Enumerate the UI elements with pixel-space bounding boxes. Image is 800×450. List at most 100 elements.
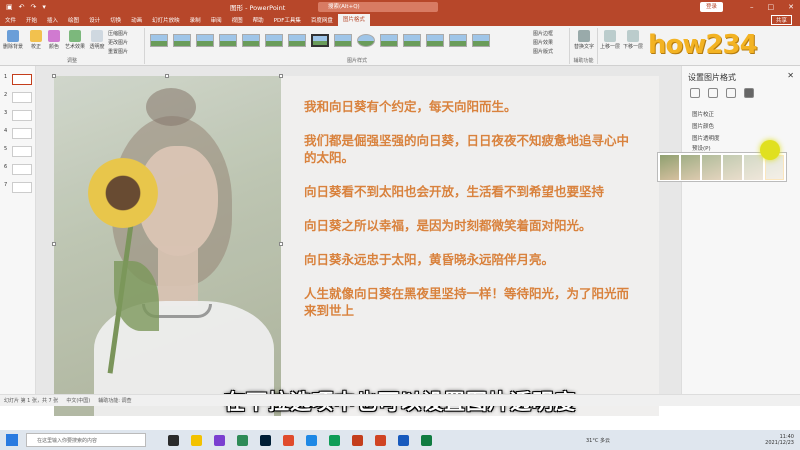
resize-handle[interactable] xyxy=(279,242,283,246)
section-picture-transparency[interactable]: 图片透明度 xyxy=(692,134,720,142)
taskbar-search[interactable]: 在这里输入你要搜索的内容 xyxy=(26,433,146,447)
word-icon[interactable] xyxy=(398,434,409,446)
photoshop-icon[interactable] xyxy=(260,434,271,446)
tab-design[interactable]: 设计 xyxy=(84,16,105,24)
picture-icon[interactable] xyxy=(744,88,754,98)
style-thumb[interactable] xyxy=(357,34,375,47)
picture-effects-button[interactable]: 图片效果 xyxy=(533,39,569,46)
app-icon[interactable] xyxy=(306,434,317,446)
tab-view[interactable]: 视图 xyxy=(227,16,248,24)
style-thumb[interactable] xyxy=(380,34,398,47)
artistic-effects-button[interactable]: 艺术效果 xyxy=(64,30,86,50)
bring-forward-button[interactable]: 上移一层 xyxy=(599,30,621,50)
compress-pictures-button[interactable]: 压缩图片 xyxy=(108,30,144,37)
tab-file[interactable]: 文件 xyxy=(0,16,21,24)
slide-canvas-area: 我和向日葵有个约定，每天向阳而生。 我们都是倔强坚强的向日葵，日日夜夜不知疲惫地… xyxy=(36,66,681,416)
style-thumb[interactable] xyxy=(311,34,329,47)
color-button[interactable]: 颜色 xyxy=(46,30,62,50)
style-thumb[interactable] xyxy=(196,34,214,47)
style-thumb[interactable] xyxy=(265,34,283,47)
customize-icon[interactable]: ▾ xyxy=(42,3,46,11)
tab-picture-format[interactable]: 图片格式 xyxy=(337,14,370,26)
windows-start-icon[interactable] xyxy=(6,434,18,446)
file-explorer-icon[interactable] xyxy=(191,434,202,446)
transparency-preset[interactable] xyxy=(743,155,763,180)
accessibility-status[interactable]: 辅助功能: 调查 xyxy=(98,397,131,404)
style-thumb[interactable] xyxy=(403,34,421,47)
weather-widget[interactable]: 31°C 多云 xyxy=(586,437,610,444)
remove-background-icon xyxy=(7,30,19,42)
tab-review[interactable]: 审阅 xyxy=(206,16,227,24)
alt-text-button[interactable]: 替换文字 xyxy=(573,30,595,50)
tab-help[interactable]: 帮助 xyxy=(248,16,269,24)
style-thumb[interactable] xyxy=(173,34,191,47)
sunflower-girl-picture[interactable] xyxy=(54,76,281,416)
section-picture-color[interactable]: 图片颜色 xyxy=(692,122,714,130)
resize-handle[interactable] xyxy=(52,74,56,78)
corrections-button[interactable]: 校正 xyxy=(28,30,44,50)
style-thumb[interactable] xyxy=(242,34,260,47)
style-thumb[interactable] xyxy=(449,34,467,47)
remove-background-button[interactable]: 删除背景 xyxy=(2,30,24,50)
sunflower-image xyxy=(88,158,158,228)
resize-handle[interactable] xyxy=(52,242,56,246)
change-picture-button[interactable]: 更改图片 xyxy=(108,39,144,46)
search-box[interactable]: 搜索(Alt+Q) xyxy=(318,2,438,12)
pane-category-icons xyxy=(690,88,754,98)
tab-slideshow[interactable]: 幻灯片放映 xyxy=(147,16,185,24)
share-button[interactable]: 共享 xyxy=(770,15,792,25)
resize-handle[interactable] xyxy=(279,74,283,78)
tab-home[interactable]: 开始 xyxy=(21,16,42,24)
style-thumb[interactable] xyxy=(472,34,490,47)
undo-icon[interactable]: ↶ xyxy=(19,3,25,11)
chrome-icon[interactable] xyxy=(283,434,294,446)
style-thumb[interactable] xyxy=(334,34,352,47)
language-indicator[interactable]: 中文(中国) xyxy=(66,397,90,404)
pentagon-icon[interactable] xyxy=(708,88,718,98)
excel-icon[interactable] xyxy=(421,434,432,446)
tab-insert[interactable]: 插入 xyxy=(42,16,63,24)
style-thumb[interactable] xyxy=(426,34,444,47)
alt-text-icon xyxy=(578,30,590,42)
tab-record[interactable]: 录制 xyxy=(185,16,206,24)
login-button[interactable]: 登录 xyxy=(700,2,724,12)
app-icon[interactable] xyxy=(329,434,340,446)
section-picture-corrections[interactable]: 图片校正 xyxy=(692,110,714,118)
reset-picture-button[interactable]: 重置图片 xyxy=(108,48,144,55)
transparency-button[interactable]: 透明度 xyxy=(88,30,106,50)
task-view-icon[interactable] xyxy=(168,434,179,446)
transparency-preset[interactable] xyxy=(680,155,700,180)
powerpoint-icon[interactable] xyxy=(352,434,363,446)
tab-pdf-tools[interactable]: PDF工具集 xyxy=(269,16,306,24)
picture-layout-button[interactable]: 图片版式 xyxy=(533,48,569,55)
style-thumb[interactable] xyxy=(219,34,237,47)
close-icon[interactable]: ✕ xyxy=(787,71,794,80)
maximize-icon[interactable]: □ xyxy=(768,3,775,11)
transparency-preset[interactable] xyxy=(722,155,742,180)
slide-text-box[interactable]: 我和向日葵有个约定，每天向阳而生。 我们都是倔强坚强的向日葵，日日夜夜不知疲惫地… xyxy=(304,98,634,336)
send-backward-button[interactable]: 下移一层 xyxy=(622,30,644,50)
resize-handle[interactable] xyxy=(165,74,169,78)
ribbon-tabs: 文件 开始 插入 绘图 设计 切换 动画 幻灯片放映 录制 审阅 视图 帮助 P… xyxy=(0,14,800,26)
tab-animations[interactable]: 动画 xyxy=(126,16,147,24)
size-icon[interactable] xyxy=(726,88,736,98)
picture-border-button[interactable]: 图片边框 xyxy=(533,30,569,37)
app-icon[interactable] xyxy=(214,434,225,446)
autosave-icon[interactable]: ▣ xyxy=(6,3,13,11)
app-icon[interactable] xyxy=(237,434,248,446)
picture-styles-group: 图片边框 图片效果 图片版式 图片样式 xyxy=(145,28,570,64)
transparency-preset[interactable] xyxy=(701,155,721,180)
system-clock[interactable]: 11:40 2021/12/23 xyxy=(765,434,794,446)
tab-transitions[interactable]: 切换 xyxy=(105,16,126,24)
minimize-icon[interactable]: – xyxy=(750,3,754,11)
style-thumb[interactable] xyxy=(150,34,168,47)
quick-access-toolbar: ▣ ↶ ↷ ▾ xyxy=(6,3,46,11)
close-icon[interactable]: ✕ xyxy=(788,3,794,11)
fill-icon[interactable] xyxy=(690,88,700,98)
style-thumb[interactable] xyxy=(288,34,306,47)
tab-baidu-disk[interactable]: 百度网盘 xyxy=(306,16,338,24)
transparency-preset[interactable] xyxy=(660,155,679,180)
tab-draw[interactable]: 绘图 xyxy=(63,16,84,24)
redo-icon[interactable]: ↷ xyxy=(31,3,37,11)
app-icon[interactable] xyxy=(375,434,386,446)
